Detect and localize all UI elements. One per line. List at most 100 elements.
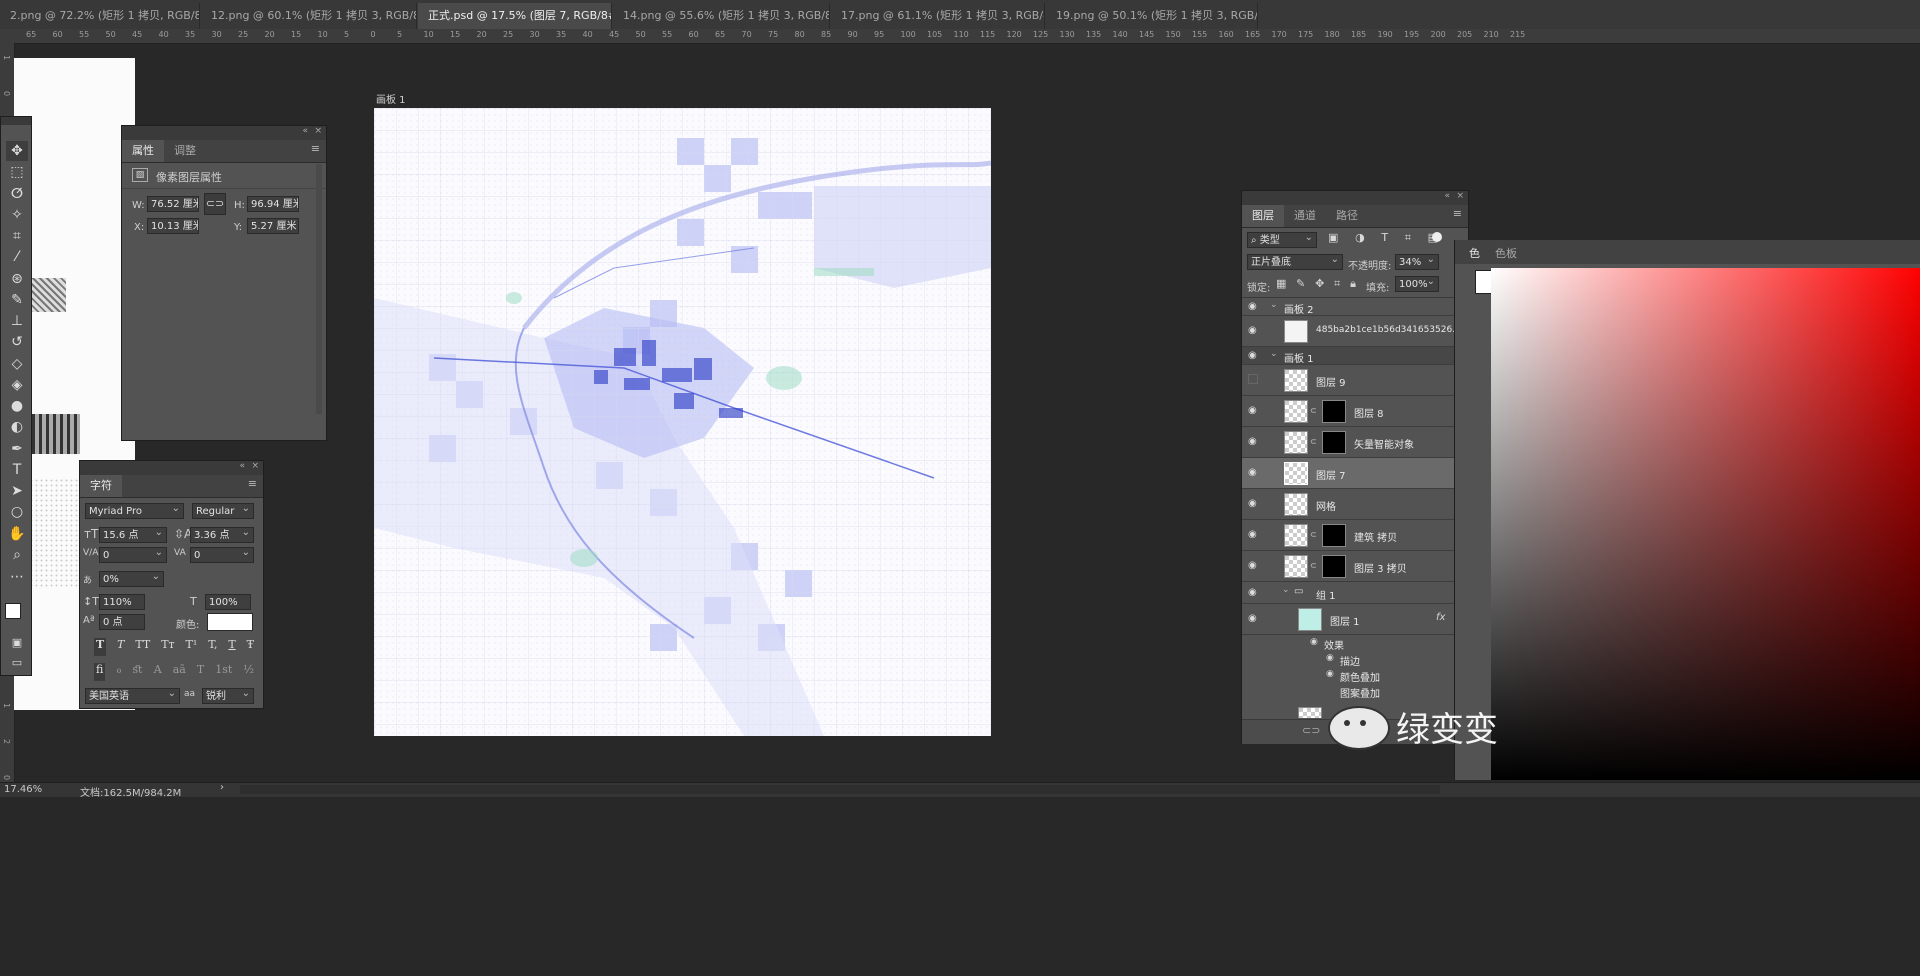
visibility-eye-icon[interactable]: ◉	[1248, 529, 1260, 541]
tab-swatches[interactable]: 色板	[1495, 245, 1517, 261]
document-tab-active[interactable]: 正式.psd @ 17.5% (图层 7, RGB/8#) *×	[418, 3, 612, 29]
shape-filter-icon[interactable]: ⌗	[1405, 231, 1411, 249]
vertical-scale-field[interactable]: 110%	[99, 594, 145, 610]
collapse-icon[interactable]: «	[239, 461, 245, 471]
y-field[interactable]: 5.27 厘米	[247, 218, 299, 234]
pixel-filter-icon[interactable]: ▣	[1328, 231, 1338, 249]
horizontal-scale-field[interactable]: 100%	[205, 594, 251, 610]
panel-header[interactable]: « ×	[80, 461, 263, 475]
visibility-eye-icon[interactable]: ◉	[1248, 587, 1260, 599]
eraser-icon[interactable]: ◇	[6, 354, 28, 374]
effect-row[interactable]: ◉ 颜色叠加	[1242, 667, 1460, 684]
visibility-eye-icon[interactable]: ◉	[1326, 653, 1334, 663]
font-size-field[interactable]: 15.6 点	[99, 527, 167, 543]
layer-row-smart-object[interactable]: ◉ 485ba2b1ce1b56d341653526...	[1242, 316, 1460, 347]
faux-bold-button[interactable]: T	[94, 638, 107, 656]
fx-icon[interactable]: fx	[1436, 612, 1445, 623]
document-tab[interactable]: 19.png @ 50.1% (矩形 1 拷贝 3, RGB/8#) *×	[1046, 3, 1258, 29]
horizontal-ruler[interactable]: 65 60 55 50 45 40 35 30 25 20 15 10 5 0 5 10 15 20 25 30 35 4…	[14, 29, 1920, 44]
layer-mask-thumbnail[interactable]	[1322, 431, 1346, 454]
document-tab[interactable]: 2.png @ 72.2% (矩形 1 拷贝, RGB/8#) *×	[0, 3, 200, 29]
titling-button[interactable]: aā	[173, 663, 186, 681]
visibility-eye-icon[interactable]: ◉	[1310, 637, 1318, 647]
tab-adjustments[interactable]: 调整	[164, 140, 206, 162]
lock-position-icon[interactable]: ✥	[1315, 277, 1324, 291]
ruler-origin[interactable]	[0, 29, 14, 43]
text-color-swatch[interactable]	[207, 613, 253, 631]
screen-mode-icon[interactable]: ▭	[6, 653, 28, 673]
layer-row[interactable]: ◉ ⊂ 矢量智能对象	[1242, 427, 1460, 458]
visibility-eye-icon[interactable]: ◉	[1248, 350, 1260, 362]
dodge-tool-icon[interactable]: ◐	[6, 417, 28, 437]
foreground-color-swatch[interactable]	[5, 603, 21, 619]
superscript-button[interactable]: T¹	[186, 638, 198, 656]
zoom-tool-icon[interactable]: ⌕	[6, 545, 28, 565]
ellipse-tool-icon[interactable]: ○	[6, 502, 28, 522]
layer-row[interactable]: 图层 9	[1242, 365, 1460, 396]
layer-mask-thumbnail[interactable]	[1322, 524, 1346, 547]
visibility-eye-icon[interactable]: ◉	[1248, 301, 1260, 313]
discretionary-ligature-button[interactable]: ℴ	[116, 663, 121, 681]
tab-paths[interactable]: 路径	[1326, 205, 1368, 227]
baseline-shift-field[interactable]: 0 点	[99, 614, 145, 630]
visibility-eye-icon[interactable]: ◉	[1248, 613, 1260, 625]
lock-all-icon[interactable]: 🔒︎	[1350, 277, 1356, 291]
document-tab[interactable]: 12.png @ 60.1% (矩形 1 拷贝 3, RGB/8#) *×	[201, 3, 417, 29]
adjustment-filter-icon[interactable]: ◑	[1355, 231, 1365, 249]
link-layers-icon[interactable]: ⊂⊃	[1302, 724, 1320, 737]
effect-row[interactable]: ◉ 描边	[1242, 651, 1460, 668]
visibility-eye-icon[interactable]: ◉	[1248, 498, 1260, 510]
ornament-button[interactable]: T	[197, 663, 204, 681]
tab-channels[interactable]: 通道	[1284, 205, 1326, 227]
underline-button[interactable]: T	[228, 638, 235, 656]
effects-row[interactable]: ◉ 效果	[1242, 635, 1460, 652]
chevron-down-icon[interactable]: ⌄	[1270, 300, 1278, 310]
panel-grip[interactable]	[1, 117, 31, 125]
tracking-field[interactable]: 0	[190, 547, 254, 563]
leading-field[interactable]: 3.36 点	[190, 527, 254, 543]
crop-tool-icon[interactable]: ⌗	[6, 226, 28, 246]
layer-row[interactable]: ◉ ⊂ 建筑 拷贝	[1242, 520, 1460, 551]
chevron-down-icon[interactable]: ⌄	[1270, 349, 1278, 359]
quick-mask-icon[interactable]: ▣	[6, 633, 28, 653]
visibility-eye-icon[interactable]: ◉	[1248, 560, 1260, 572]
document-tab[interactable]: 17.png @ 61.1% (矩形 1 拷贝 3, RGB/8#) *×	[831, 3, 1045, 29]
hand-tool-icon[interactable]: ✋	[6, 524, 28, 544]
visibility-eye-icon[interactable]: ◉	[1326, 669, 1334, 679]
more-tools-icon[interactable]: ⋯	[6, 567, 28, 587]
font-style-select[interactable]: Regular	[192, 503, 254, 519]
zoom-level[interactable]: 17.46%	[4, 784, 42, 795]
ligature-button[interactable]: fi	[94, 663, 106, 681]
fraction-button[interactable]: ½	[243, 663, 254, 681]
close-icon[interactable]: ×	[314, 126, 322, 136]
layer-mask-thumbnail[interactable]	[1322, 555, 1346, 578]
layer-row-artboard-1[interactable]: ◉ ⌄ 画板 1	[1242, 347, 1460, 365]
move-tool-icon[interactable]: ✥	[6, 141, 28, 161]
filter-toggle[interactable]	[1432, 232, 1442, 242]
font-family-select[interactable]: Myriad Pro	[85, 503, 184, 519]
small-caps-button[interactable]: Tт	[161, 638, 174, 656]
scrollbar[interactable]	[316, 164, 322, 414]
link-icon[interactable]: ⊂	[1310, 437, 1317, 446]
type-filter-icon[interactable]: T	[1381, 231, 1388, 249]
tsume-field[interactable]: 0%	[99, 571, 164, 587]
collapse-icon[interactable]: «	[1444, 191, 1450, 201]
close-icon[interactable]: ×	[251, 461, 259, 471]
height-field[interactable]: 96.94 厘米	[247, 196, 299, 212]
tab-color[interactable]: 色	[1469, 245, 1480, 261]
layer-row-group[interactable]: ◉ ⌄ ▭ 组 1	[1242, 582, 1460, 604]
visibility-eye-icon[interactable]: ◉	[1248, 436, 1260, 448]
document-tab[interactable]: 14.png @ 55.6% (矩形 1 拷贝 3, RGB/8#) *×	[613, 3, 830, 29]
layer-row[interactable]: ◉ 网格	[1242, 489, 1460, 520]
link-icon[interactable]: ⊂	[1310, 530, 1317, 539]
language-select[interactable]: 美国英语	[85, 688, 180, 704]
visibility-eye-icon[interactable]: ◉	[1248, 405, 1260, 417]
stamp-tool-icon[interactable]: ⊥	[6, 311, 28, 331]
swash-button[interactable]: ﬆ	[132, 663, 142, 681]
brush-tool-icon[interactable]: ✎	[6, 290, 28, 310]
tab-properties[interactable]: 属性	[122, 140, 164, 162]
healing-brush-icon[interactable]: ⊛	[6, 269, 28, 289]
layer-row-selected[interactable]: ◉ 图层 7	[1242, 458, 1460, 489]
path-selection-icon[interactable]: ➤	[6, 481, 28, 501]
artboard-canvas[interactable]	[374, 108, 991, 736]
